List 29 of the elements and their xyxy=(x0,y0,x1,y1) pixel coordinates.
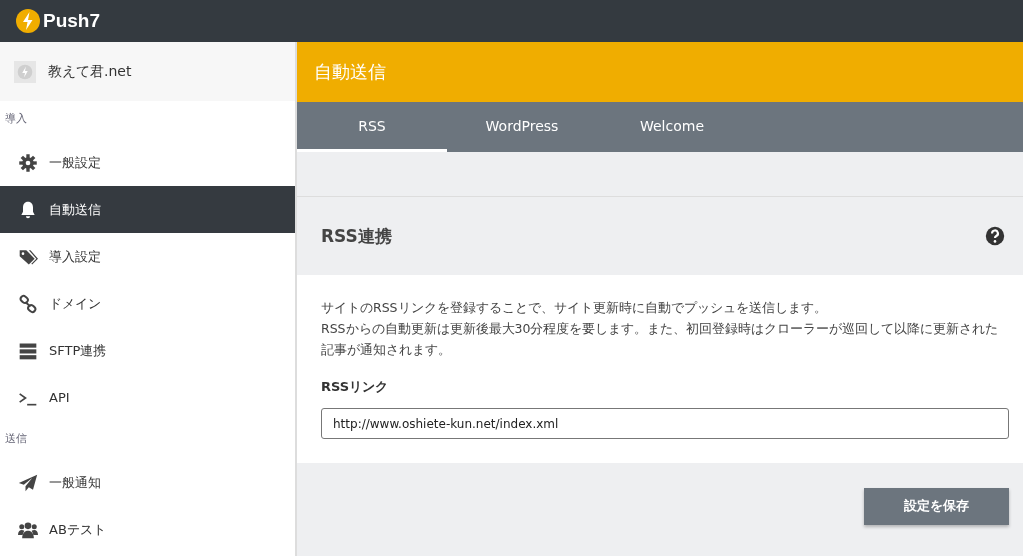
nav-item[interactable]: ドメイン xyxy=(0,280,295,327)
gear-icon xyxy=(18,152,38,173)
field-label: RSSリンク xyxy=(321,378,390,396)
input-field[interactable]: http://www.oshiete-kun.net/index.xml xyxy=(321,408,1009,439)
tab[interactable]: RSS xyxy=(297,102,447,152)
tab[interactable]: WordPress xyxy=(447,102,597,152)
tab[interactable]: Welcome xyxy=(597,102,747,152)
nav-item[interactable]: 一般設定 xyxy=(0,139,295,186)
account-row[interactable]: 教えて君.net xyxy=(0,42,295,101)
section-label: 導入 xyxy=(4,111,28,127)
section-label: 送信 xyxy=(4,431,28,447)
plane-icon xyxy=(18,472,38,493)
nav-item[interactable]: 自動送信 xyxy=(0,186,295,233)
nav-item[interactable]: API xyxy=(0,374,295,421)
nav-item[interactable]: SFTP連携 xyxy=(0,327,295,374)
link-icon xyxy=(18,293,38,314)
account-name: 教えて君.net xyxy=(48,62,132,81)
save-button[interactable]: 設定を保存 xyxy=(864,487,1009,525)
lightning-icon xyxy=(16,9,40,33)
nav-item[interactable]: 一般通知 xyxy=(0,459,295,506)
page-title: 自動送信 xyxy=(314,60,386,84)
nav-item[interactable]: ABテスト xyxy=(0,506,295,553)
logo[interactable]: Push7 xyxy=(16,9,101,33)
description-text: RSSからの自動更新は更新後最大30分程度を要します。また、初回登録時はクローラーが巡回して以降に更新された記事が通知されます。 xyxy=(321,320,1000,359)
lightning-icon xyxy=(14,60,36,83)
help-icon[interactable] xyxy=(985,226,1005,246)
nav-item[interactable]: 導入設定 xyxy=(0,233,295,280)
description-text: サイトのRSSリンクを登録することで、サイト更新時に自動でプッシュを送信します。 xyxy=(321,299,828,317)
card-title: RSS連携 xyxy=(321,224,392,248)
